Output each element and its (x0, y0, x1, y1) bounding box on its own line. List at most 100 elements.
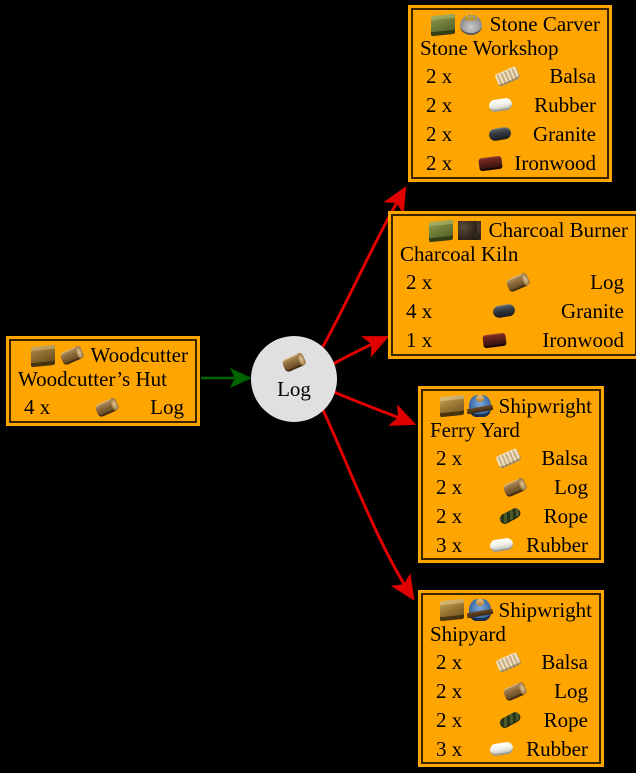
resource-label: Log (277, 377, 311, 401)
input-name: Granite (561, 298, 624, 323)
input-icon-cell (466, 97, 534, 114)
input-row: 3 x Rubber (430, 735, 592, 764)
input-name: Balsa (541, 649, 588, 674)
input-qty: 2 x (406, 269, 433, 294)
input-row: 4 x Granite (400, 297, 628, 326)
input-name: Rope (543, 707, 588, 732)
input-row: 2 x Balsa (430, 648, 592, 677)
input-qty: 2 x (426, 150, 453, 175)
output-qty: 4 x (24, 394, 51, 419)
input-row: 2 x Balsa (430, 444, 592, 473)
resource-node-log[interactable]: Log (251, 336, 337, 422)
input-name: Rubber (526, 736, 588, 761)
node-body: Shipwright Shipyard 2 x Balsa 2 x Log 2 … (421, 593, 601, 764)
input-row: 2 x Granite (420, 120, 600, 149)
input-qty: 2 x (436, 649, 463, 674)
building-icon (430, 13, 455, 36)
input-icon-cell (446, 332, 542, 349)
input-row: 1 x Ironwood (400, 326, 628, 355)
input-qty: 2 x (436, 707, 463, 732)
node-body: Shipwright Ferry Yard 2 x Balsa 2 x Log … (421, 389, 601, 560)
worker-name: Shipwright (498, 597, 592, 622)
rope-icon (497, 506, 522, 526)
building-name: Charcoal Kiln (400, 242, 519, 266)
input-name: Rubber (526, 532, 588, 557)
rubber-icon (488, 537, 514, 554)
input-qty: 2 x (426, 92, 453, 117)
node-header: Shipwright (430, 393, 592, 418)
building-icon (428, 219, 453, 242)
balsa-icon (494, 65, 521, 87)
input-name: Granite (533, 121, 596, 146)
consumer-node-shipyard[interactable]: Shipwright Shipyard 2 x Balsa 2 x Log 2 … (418, 590, 604, 767)
input-row: 2 x Balsa (420, 62, 600, 91)
input-icon-cell (466, 126, 533, 143)
node-header: Charcoal Burner (400, 218, 628, 242)
building-name: Ferry Yard (430, 418, 520, 442)
input-list: 2 x Log 4 x Granite 1 x Ironwood (400, 268, 628, 355)
input-row: 2 x Rope (430, 706, 592, 735)
building-name: Stone Workshop (420, 36, 559, 60)
input-list: 2 x Balsa 2 x Log 2 x Rope 3 x Rubber (430, 444, 592, 560)
input-qty: 1 x (406, 327, 433, 352)
input-row: 2 x Log (430, 677, 592, 706)
node-header: Woodcutter (18, 343, 188, 367)
input-list: 2 x Balsa 2 x Log 2 x Rope 3 x Rubber (430, 648, 592, 764)
input-qty: 2 x (436, 503, 463, 528)
node-header: Stone Carver (420, 13, 600, 36)
input-icon-cell (476, 476, 554, 498)
consumer-node-ferry-yard[interactable]: Shipwright Ferry Yard 2 x Balsa 2 x Log … (418, 386, 604, 563)
log-icon (505, 271, 531, 293)
input-icon-cell (476, 680, 554, 702)
node-body: Charcoal Burner Charcoal Kiln 2 x Log 4 … (391, 214, 636, 356)
building-name: Shipyard (430, 622, 506, 646)
ironwood-icon (481, 332, 507, 349)
output-name: Log (150, 394, 184, 419)
building-icon (439, 598, 464, 622)
node-body: Woodcutter Woodcutter’s Hut 4 x Log (9, 339, 197, 423)
log-icon (94, 396, 120, 418)
edge-log-to-charcoal-kiln (332, 336, 390, 366)
input-name: Log (554, 474, 588, 499)
input-qty: 2 x (436, 678, 463, 703)
stone-carver-icon (459, 14, 482, 35)
input-icon-cell (476, 447, 541, 469)
worker-name: Charcoal Burner (488, 218, 628, 242)
worker-name: Woodcutter (90, 343, 188, 367)
consumer-node-charcoal-kiln[interactable]: Charcoal Burner Charcoal Kiln 2 x Log 4 … (388, 211, 636, 359)
log-icon (502, 680, 528, 702)
input-row: 2 x Log (430, 473, 592, 502)
producer-node-woodcutter[interactable]: Woodcutter Woodcutter’s Hut 4 x Log (6, 336, 200, 426)
input-row: 2 x Log (400, 268, 628, 297)
input-qty: 3 x (436, 532, 463, 557)
input-qty: 4 x (406, 298, 433, 323)
input-name: Log (554, 678, 588, 703)
output-list: 4 x Log (18, 393, 188, 422)
edge-log-to-shipyard (320, 407, 415, 601)
input-list: 2 x Balsa 2 x Rubber 2 x Granite 2 x Iro… (420, 62, 600, 178)
log-icon (502, 476, 528, 498)
worker-name: Shipwright (498, 393, 592, 418)
output-row: 4 x Log (18, 393, 188, 422)
granite-icon (491, 303, 516, 320)
balsa-icon (495, 651, 522, 673)
node-header: Shipwright (430, 597, 592, 622)
input-row: 3 x Rubber (430, 531, 592, 560)
building-name: Woodcutter’s Hut (18, 367, 167, 391)
shipwright-icon (468, 599, 491, 621)
axe-icon (58, 345, 85, 366)
log-icon (281, 352, 307, 373)
input-icon-cell (446, 271, 590, 293)
input-row: 2 x Rubber (420, 91, 600, 120)
input-row: 2 x Ironwood (420, 149, 600, 178)
input-name: Rubber (534, 92, 596, 117)
consumer-node-stone-workshop[interactable]: Stone Carver Stone Workshop 2 x Balsa 2 … (408, 5, 612, 182)
building-icon (439, 394, 464, 418)
rubber-icon (487, 97, 513, 114)
node-body: Stone Carver Stone Workshop 2 x Balsa 2 … (411, 8, 609, 179)
granite-icon (487, 126, 512, 143)
input-name: Log (590, 269, 624, 294)
input-qty: 2 x (426, 121, 453, 146)
building-icon (30, 344, 55, 367)
input-icon-cell (476, 710, 544, 730)
